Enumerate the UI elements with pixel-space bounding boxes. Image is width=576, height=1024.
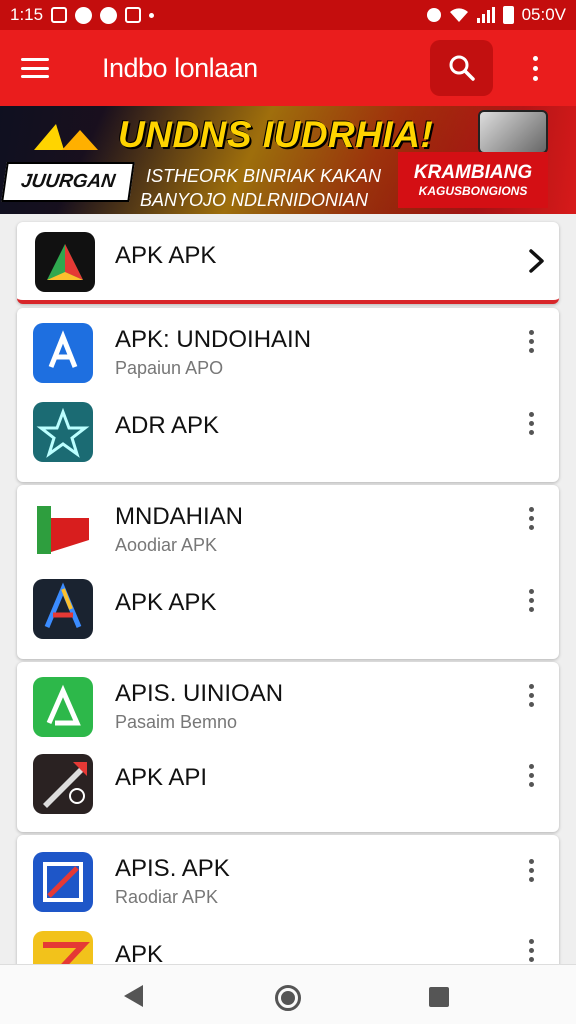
system-nav-bar [0, 964, 576, 1024]
item-subtitle: Papaiun APO [115, 358, 224, 378]
app-icon [75, 6, 93, 24]
banner-logo-icon [34, 124, 98, 150]
item-title: APK API [115, 764, 208, 791]
app-list-card: APK: UNDOIHAIN Papaiun APO ADR APK [17, 308, 559, 482]
item-more-button[interactable] [521, 855, 541, 885]
chevron-right-icon [529, 249, 544, 273]
more-vert-icon [532, 55, 538, 61]
app-bar: Indbo lonlaan [0, 30, 576, 106]
item-subtitle: Pasaim Bemno [115, 712, 238, 732]
item-title: MNDAHIAN [115, 503, 244, 530]
green-a-icon [33, 677, 93, 737]
status-right-time: 05:0V [521, 5, 566, 24]
item-subtitle: Raodiar APK [115, 887, 219, 907]
featured-item[interactable]: APK APK [17, 222, 559, 304]
hamburger-icon [21, 58, 49, 78]
app-list-card: APIS. UINIOAN Pasaim Bemno APK API [17, 662, 559, 832]
search-icon [449, 55, 475, 81]
item-title: ADR APK [115, 412, 220, 439]
recents-icon[interactable] [429, 987, 449, 1007]
image-icon [125, 7, 142, 23]
multicolor-a-icon [33, 579, 93, 639]
item-more-button[interactable] [521, 585, 541, 615]
banner-headline: UNDNS IUDRHIA! [118, 114, 434, 155]
menu-button[interactable] [0, 30, 70, 106]
item-more-button[interactable] [521, 680, 541, 710]
item-subtitle: Aoodiar APK [115, 535, 218, 555]
app-title: Indbo lonlaan [102, 52, 258, 83]
battery-icon [502, 6, 514, 24]
red-green-flag-icon [33, 500, 93, 560]
overflow-menu-button[interactable] [515, 44, 555, 92]
banner-subline-2: BANYOJO NDLRNIDONIAN [140, 190, 369, 210]
search-button[interactable] [430, 40, 493, 96]
notification-icon [51, 7, 68, 23]
banner-cta[interactable]: KRAMBIANG KAGUSBONGIONS [398, 152, 548, 208]
item-more-button[interactable] [521, 935, 541, 965]
back-icon[interactable] [124, 985, 143, 1007]
item-more-button[interactable] [521, 760, 541, 790]
item-title: APIS. UINIOAN [115, 680, 284, 707]
app-list-card: MNDAHIAN Aoodiar APK APK APK [17, 485, 559, 659]
dot-icon [149, 12, 155, 18]
banner-cta-line-2: KAGUSBONGIONS [418, 184, 528, 198]
item-title: APIS. APK [115, 855, 230, 882]
signal-icon [476, 7, 495, 23]
red-arrow-icon [33, 754, 93, 814]
item-title: APK APK [115, 589, 217, 616]
alarm-icon [426, 8, 441, 22]
blue-frame-icon [33, 852, 93, 912]
item-more-button[interactable] [521, 503, 541, 533]
blue-a-icon [33, 323, 93, 383]
banner-brand: JUURGAN [1, 162, 135, 202]
status-time: 1:15 [10, 5, 44, 24]
wifi-icon [449, 8, 468, 22]
status-bar: 1:15 05:0V [0, 0, 576, 30]
play-icon [100, 6, 118, 24]
banner-device-image [478, 110, 548, 154]
banner-cta-line-1: KRAMBIANG [413, 162, 533, 183]
item-title: APK: UNDOIHAIN [115, 326, 312, 353]
app-list-card: APIS. APK Raodiar APK APK [17, 835, 559, 991]
banner-subline-1: ISTHEORK BINRIAK KAKAN [146, 166, 382, 186]
featured-app-icon [35, 232, 95, 292]
item-more-button[interactable] [521, 408, 541, 438]
item-more-button[interactable] [521, 326, 541, 356]
home-icon[interactable] [275, 985, 301, 1011]
featured-title: APK APK [115, 242, 217, 269]
promo-banner[interactable]: UNDNS IUDRHIA! JUURGAN ISTHEORK BINRIAK … [0, 106, 576, 214]
teal-star-icon [33, 402, 93, 462]
